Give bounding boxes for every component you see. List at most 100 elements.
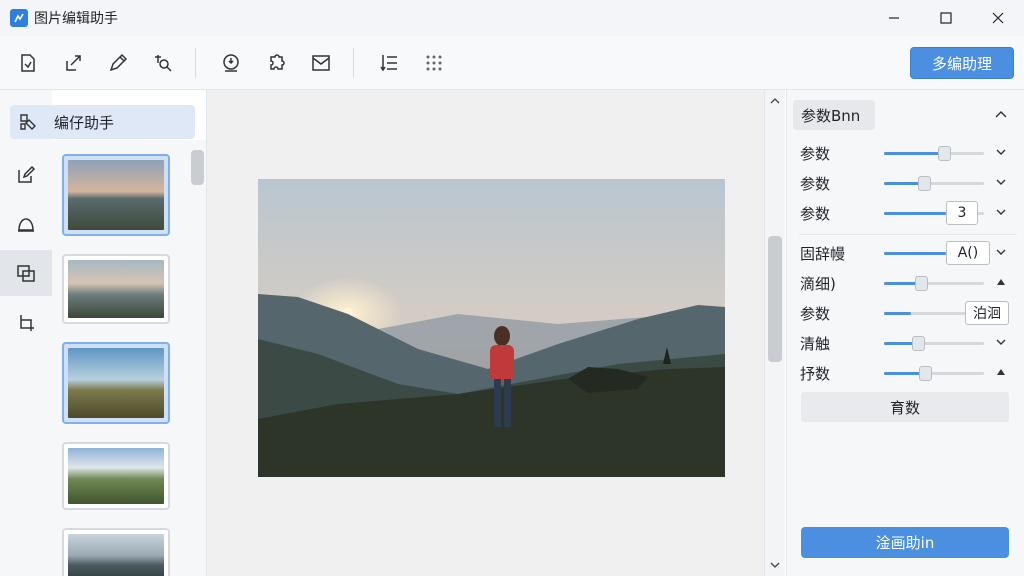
thumbnail-panel (52, 140, 207, 576)
dropdown-button[interactable] (994, 335, 1008, 349)
document-icon (21, 53, 35, 72)
rail-item-edit[interactable] (0, 152, 52, 198)
thumbnail-image (68, 448, 164, 504)
assistant-tab[interactable]: 编仔助手 (10, 105, 195, 139)
puzzle-icon (270, 53, 285, 70)
thumbnail-1[interactable] (62, 154, 170, 236)
scroll-up-button[interactable] (765, 94, 785, 108)
landscape-photo (258, 179, 725, 477)
export-tool-button[interactable] (55, 45, 91, 81)
maximize-icon (940, 12, 952, 24)
expand-up-button[interactable] (994, 275, 1008, 289)
thumbnail-image (68, 534, 164, 576)
apply-button[interactable]: 淦画助in (801, 527, 1009, 558)
parameters-panel: 参数Bnn 参数 参数 参数 3 固辞幔 A() 滴细) 参数 泊洄 清触 抒数 育数 淦画助in (786, 90, 1024, 576)
app-logo-icon (10, 9, 28, 27)
pen-icon (109, 53, 128, 71)
left-rail (0, 90, 52, 576)
scroll-down-button[interactable] (765, 558, 785, 572)
param-row: 参数 3 (787, 200, 1024, 226)
param-slider[interactable] (884, 366, 984, 381)
param-slider[interactable] (884, 276, 984, 291)
thumbnail-3[interactable] (62, 342, 170, 424)
assistant-icon (20, 114, 36, 130)
expand-up-button[interactable] (994, 365, 1008, 379)
chevron-down-icon (996, 209, 1006, 215)
dropdown-button[interactable] (994, 205, 1008, 219)
dropdown-button[interactable] (994, 175, 1008, 189)
close-icon (992, 12, 1004, 24)
canvas-scroll-thumb[interactable] (768, 236, 782, 362)
image-mail-icon (312, 54, 330, 71)
primary-action-button[interactable]: 多编助理 (910, 47, 1014, 79)
section-divider (799, 234, 1017, 235)
slider-knob[interactable] (938, 146, 951, 161)
thumbnail-image (68, 260, 164, 318)
rail-item-shape[interactable] (0, 202, 52, 248)
collapse-button[interactable] (993, 106, 1009, 122)
chevron-down-icon (996, 149, 1006, 155)
slider-knob[interactable] (918, 176, 931, 191)
maximize-button[interactable] (920, 0, 972, 36)
thumbnail-5[interactable] (62, 528, 170, 576)
crop-icon (20, 315, 34, 331)
dropdown-button[interactable] (994, 245, 1008, 259)
rail-item-crop[interactable] (0, 300, 52, 346)
title-bar: 图片编辑助手 (0, 0, 1024, 36)
minimize-icon (889, 17, 899, 19)
minimize-button[interactable] (868, 0, 920, 36)
dropdown-button[interactable] (994, 145, 1008, 159)
edit-icon (18, 165, 36, 183)
puzzle-tool-button[interactable] (258, 45, 294, 81)
crop-lasso-tool-button[interactable] (145, 45, 181, 81)
list-sort-icon (380, 54, 397, 71)
main-image[interactable] (258, 179, 725, 477)
parameters-header[interactable]: 参数Bnn (793, 100, 875, 130)
thumbnail-2[interactable] (62, 254, 170, 324)
toolbar-separator (353, 47, 354, 78)
list-sort-tool-button[interactable] (371, 45, 407, 81)
param-row: 滴细) (787, 270, 1024, 296)
param-slider[interactable] (884, 336, 984, 351)
close-button[interactable] (972, 0, 1024, 36)
param-slider[interactable] (884, 176, 984, 191)
pen-tool-button[interactable] (100, 45, 136, 81)
image-mail-tool-button[interactable] (303, 45, 339, 81)
toolbar: 多编助理 (0, 36, 1024, 90)
param-value-input[interactable]: 泊洄 (965, 301, 1009, 325)
slider-fill (884, 152, 944, 155)
chevron-up-icon (770, 98, 780, 104)
param-label: 清触 (800, 335, 831, 353)
document-tool-button[interactable] (10, 45, 46, 81)
thumbnail-4[interactable] (62, 442, 170, 510)
param-value-input[interactable]: 3 (946, 201, 978, 225)
slider-knob[interactable] (919, 366, 932, 381)
slider-fill (884, 252, 946, 255)
param-row: 清触 (787, 330, 1024, 356)
thumbnail-image (68, 160, 164, 230)
param-label: 参数 (800, 305, 831, 323)
canvas-scrollbar[interactable] (764, 90, 785, 576)
chevron-down-icon (770, 562, 780, 568)
thumbnail-scrollbar[interactable] (191, 150, 204, 185)
window-title: 图片编辑助手 (34, 11, 118, 27)
slider-knob[interactable] (915, 276, 928, 291)
chevron-up-icon (995, 111, 1007, 118)
copy-gallery-icon (17, 265, 35, 282)
info-download-tool-button[interactable] (213, 45, 249, 81)
info-download-icon (223, 53, 239, 72)
crop-lasso-icon (155, 54, 172, 72)
param-row: 参数 (787, 140, 1024, 166)
thumbnail-image (68, 348, 164, 418)
slider-knob[interactable] (912, 336, 925, 351)
grid-dots-icon (426, 55, 442, 70)
param-slider[interactable] (884, 146, 984, 161)
chevron-down-icon (996, 179, 1006, 185)
chevron-down-icon (996, 339, 1006, 345)
reset-button[interactable]: 育数 (801, 392, 1009, 422)
grid-dots-tool-button[interactable] (416, 45, 452, 81)
toolbar-separator (195, 47, 196, 78)
rail-item-gallery[interactable] (0, 250, 52, 296)
param-label: 参数 (800, 205, 831, 223)
param-value-input[interactable]: A() (946, 241, 990, 265)
